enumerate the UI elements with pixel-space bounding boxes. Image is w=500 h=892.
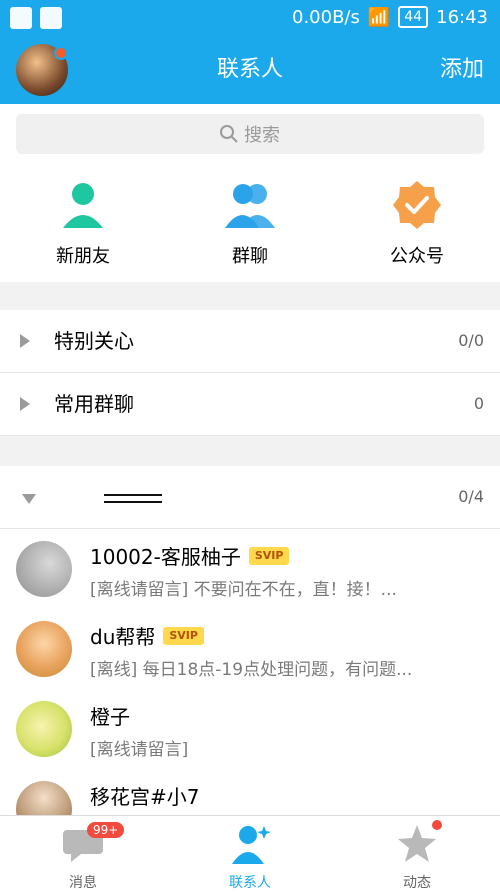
group-count: 0 <box>473 394 484 413</box>
unread-dot <box>54 46 68 60</box>
collapse-arrow-icon <box>22 494 36 504</box>
contact-row[interactable]: du帮帮 SVIP [离线] 每日18点-19点处理问题，有问题... <box>0 609 500 690</box>
section-divider <box>0 436 500 466</box>
contact-name-line: du帮帮 SVIP <box>90 621 204 650</box>
group-row-friends[interactable]: 0/4 <box>0 466 500 529</box>
group-row-special[interactable]: 特别关心 0/0 <box>0 310 500 373</box>
image-notification-icon <box>40 7 62 29</box>
status-bar: 0.00B/s 📶 44 16:43 <box>0 0 500 36</box>
notification-dot <box>432 820 442 830</box>
app-notification-icon <box>10 7 32 29</box>
tab-messages[interactable]: 消息 99+ <box>23 816 143 892</box>
clock: 16:43 <box>436 6 488 28</box>
header: 联系人 添加 <box>0 36 500 104</box>
group-title: 特别关心 <box>54 329 134 353</box>
avatar <box>16 541 72 597</box>
contact-status: [离线] 每日18点-19点处理问题，有问题... <box>90 660 413 680</box>
contact-name: du帮帮 <box>90 625 156 649</box>
contact-name: 橙子 <box>90 705 130 729</box>
tab-contacts[interactable]: 联系人 <box>190 816 310 892</box>
group-title: 常用群聊 <box>54 392 134 416</box>
expand-arrow-icon <box>20 397 30 411</box>
svip-badge: SVIP <box>248 546 290 565</box>
quick-access: 新朋友 群聊 公众号 <box>0 168 500 280</box>
avatar <box>16 701 72 757</box>
contact-name-line: 10002-客服柚子 SVIP <box>90 541 290 570</box>
section-divider <box>0 282 500 310</box>
contact-row[interactable]: 10002-客服柚子 SVIP [离线请留言] 不要问在不在，直！接！... <box>0 529 500 610</box>
expand-arrow-icon <box>20 334 30 348</box>
badge-check-icon <box>393 181 441 229</box>
wifi-icon: 📶 <box>367 6 391 28</box>
contact-name-line: 移花宫#小7 <box>90 781 199 810</box>
official-accounts-label: 公众号 <box>390 246 444 267</box>
battery-icon: 44 <box>398 6 429 28</box>
status-right: 0.00B/s 📶 44 16:43 <box>292 6 488 28</box>
contact-row[interactable]: 橙子 [离线请留言] <box>0 689 500 770</box>
person-icon <box>232 826 271 864</box>
add-button[interactable]: 添加 <box>440 36 484 104</box>
new-friends-button[interactable]: 新朋友 <box>23 168 143 268</box>
unread-badge: 99+ <box>87 822 125 838</box>
search-bar[interactable]: 搜索 <box>16 114 484 154</box>
tab-label: 消息 <box>69 875 97 891</box>
bottom-tab-bar: 消息 99+ 联系人 动态 <box>0 815 500 892</box>
official-accounts-button[interactable]: 公众号 <box>357 168 477 268</box>
group-row-common[interactable]: 常用群聊 0 <box>0 373 500 436</box>
page-title: 联系人 <box>216 57 283 82</box>
search-icon <box>220 125 238 143</box>
group-icon <box>225 184 275 228</box>
tab-label: 联系人 <box>229 875 271 891</box>
network-speed: 0.00B/s <box>292 6 360 28</box>
contact-name: 10002-客服柚子 <box>90 545 241 569</box>
avatar[interactable] <box>16 44 68 96</box>
tab-feeds[interactable]: 动态 <box>357 816 477 892</box>
person-icon <box>63 183 103 228</box>
group-chat-button[interactable]: 群聊 <box>190 168 310 268</box>
group-chat-label: 群聊 <box>232 246 268 267</box>
contact-name-line: 橙子 <box>90 701 130 730</box>
search-placeholder: 搜索 <box>244 125 280 146</box>
new-friends-label: 新朋友 <box>56 246 110 267</box>
contact-status: [离线请留言] 不要问在不在，直！接！... <box>90 580 397 600</box>
redacted-group-name <box>104 494 162 503</box>
avatar <box>16 621 72 677</box>
group-count: 0/4 <box>458 487 484 506</box>
star-icon <box>398 825 436 862</box>
contact-status: [离线请留言] <box>90 740 189 760</box>
contact-name: 移花宫#小7 <box>90 785 200 809</box>
svip-badge: SVIP <box>163 626 204 645</box>
tab-label: 动态 <box>403 875 431 891</box>
notification-icons <box>10 7 62 29</box>
group-count: 0/0 <box>458 331 484 350</box>
